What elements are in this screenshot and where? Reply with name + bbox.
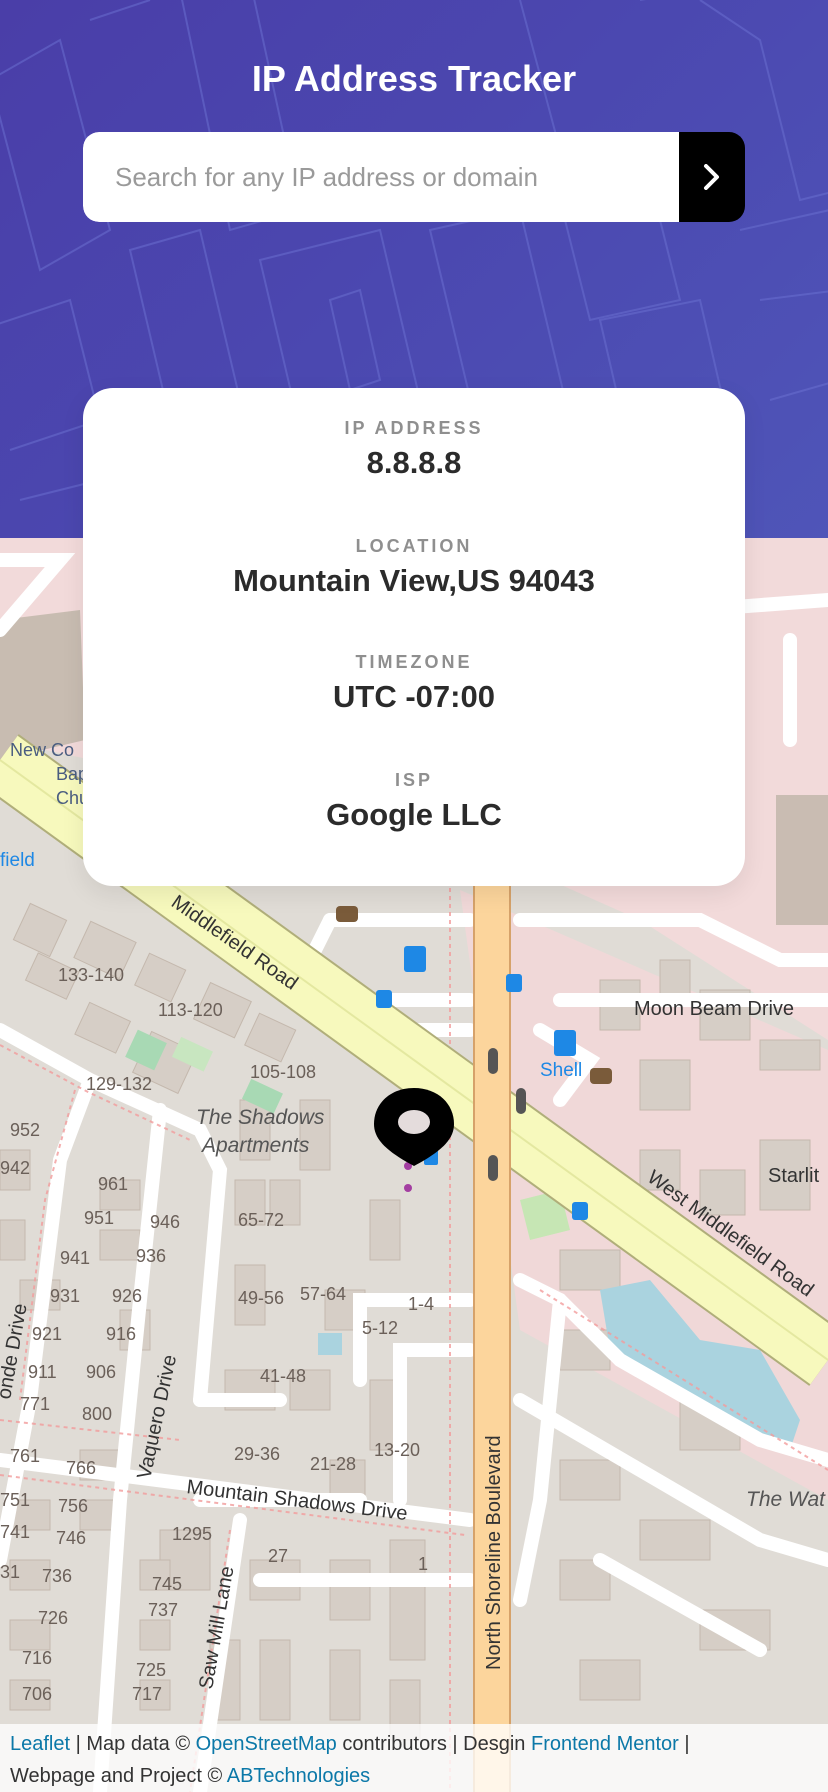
map-label-shadows-2: Apartments — [200, 1134, 310, 1157]
attribution-text-1: | Map data © — [70, 1733, 196, 1755]
map-label-shadows-1: The Shadows — [196, 1106, 325, 1129]
map-house-952: 952 — [10, 1120, 40, 1140]
map-label-the-wat: The Wat — [746, 1488, 826, 1511]
attribution-text-2: contributors | Desgin — [336, 1733, 531, 1755]
map-house-5-12: 5-12 — [362, 1318, 398, 1338]
map-house-741: 741 — [0, 1522, 30, 1542]
map-house-916: 916 — [106, 1324, 136, 1344]
map-house-911: 911 — [28, 1362, 57, 1382]
map-house-105-108: 105-108 — [250, 1062, 316, 1082]
map-label-new-co: New Co — [10, 740, 74, 760]
location-label: LOCATION — [355, 536, 473, 556]
abtechnologies-link[interactable]: ABTechnologies — [227, 1765, 370, 1787]
map-house-771: 771 — [20, 1394, 50, 1414]
map-house-41-48: 41-48 — [260, 1366, 306, 1386]
map-attribution: Leaflet | Map data © OpenStreetMap contr… — [0, 1724, 828, 1792]
map-house-29-36: 29-36 — [234, 1444, 280, 1464]
map-house-736: 736 — [42, 1566, 72, 1586]
page-title: IP Address Tracker — [251, 58, 577, 99]
ip-info-card: IP ADDRESS 8.8.8.8 LOCATION Mountain Vie… — [83, 388, 745, 886]
map-house-921: 921 — [32, 1324, 62, 1344]
search-form — [83, 132, 745, 222]
location-section: LOCATION Mountain View,US 94043 — [83, 536, 745, 599]
map-house-1-4: 1-4 — [408, 1294, 434, 1314]
map-house-65-72: 65-72 — [238, 1210, 284, 1230]
ip-address-label: IP ADDRESS — [344, 418, 484, 438]
map-label-north-shoreline: North Shoreline Boulevard — [483, 1435, 505, 1670]
search-submit-button[interactable] — [679, 132, 745, 222]
map-house-27: 27 — [268, 1546, 288, 1566]
map-house-906: 906 — [86, 1362, 116, 1382]
map-house-756: 756 — [58, 1496, 88, 1516]
attribution-text-4: Webpage and Project © — [10, 1765, 227, 1787]
map-house-761: 761 — [10, 1446, 40, 1466]
map-house-931: 931 — [50, 1286, 80, 1306]
attribution-text-3: | — [678, 1733, 690, 1755]
page: IP Address Tracker IP ADDRESS 8.8.8.8 LO… — [0, 0, 828, 1792]
map-house-941: 941 — [60, 1248, 90, 1268]
map-house-1: 1 — [418, 1554, 428, 1574]
map-house-800: 800 — [82, 1404, 112, 1424]
timezone-section: TIMEZONE UTC -07:00 — [83, 652, 745, 715]
map-house-951: 951 — [84, 1208, 114, 1228]
map-label-starlite: Starlit — [768, 1165, 820, 1187]
isp-section: ISP Google LLC — [83, 770, 745, 833]
map-house-706: 706 — [22, 1684, 52, 1704]
map-label-moon-beam: Moon Beam Drive — [634, 998, 794, 1020]
isp-value: Google LLC — [326, 797, 502, 832]
map-house-946: 946 — [150, 1212, 180, 1232]
map-house-1295: 1295 — [172, 1524, 212, 1544]
search-input[interactable] — [83, 132, 679, 222]
map-house-113-120: 113-120 — [158, 1000, 223, 1020]
map-label-shell: Shell — [540, 1060, 582, 1081]
map-house-766: 766 — [66, 1458, 96, 1478]
map-house-751: 751 — [0, 1490, 30, 1510]
map-house-725: 725 — [136, 1660, 166, 1680]
map-house-31: 31 — [0, 1562, 20, 1582]
isp-label: ISP — [394, 770, 433, 790]
map-house-57-64: 57-64 — [300, 1284, 346, 1304]
leaflet-link[interactable]: Leaflet — [10, 1733, 70, 1755]
map-house-133-140: 133-140 — [58, 965, 124, 985]
map-house-961: 961 — [98, 1174, 128, 1194]
map-house-129-132: 129-132 — [86, 1074, 152, 1094]
map-house-926: 926 — [112, 1286, 142, 1306]
map-house-737: 737 — [148, 1600, 178, 1620]
map-house-726: 726 — [38, 1608, 68, 1628]
map-house-13-20: 13-20 — [374, 1440, 420, 1460]
ip-address-value: 8.8.8.8 — [366, 445, 462, 480]
ip-address-section: IP ADDRESS 8.8.8.8 — [83, 418, 745, 481]
location-value: Mountain View,US 94043 — [233, 563, 595, 598]
map-house-942: 942 — [0, 1158, 30, 1178]
map-house-49-56: 49-56 — [238, 1288, 284, 1308]
map-house-745: 745 — [152, 1574, 182, 1594]
timezone-value: UTC -07:00 — [333, 679, 495, 714]
openstreetmap-link[interactable]: OpenStreetMap — [196, 1733, 337, 1755]
map-house-716: 716 — [22, 1648, 52, 1668]
map-house-717: 717 — [132, 1684, 162, 1704]
frontend-mentor-link[interactable]: Frontend Mentor — [531, 1733, 679, 1755]
chevron-right-icon — [704, 164, 719, 190]
map-house-936: 936 — [136, 1246, 166, 1266]
map-house-746: 746 — [56, 1528, 86, 1548]
map-label-field: field — [0, 850, 35, 871]
timezone-label: TIMEZONE — [355, 652, 473, 672]
map-house-21-28: 21-28 — [310, 1454, 356, 1474]
